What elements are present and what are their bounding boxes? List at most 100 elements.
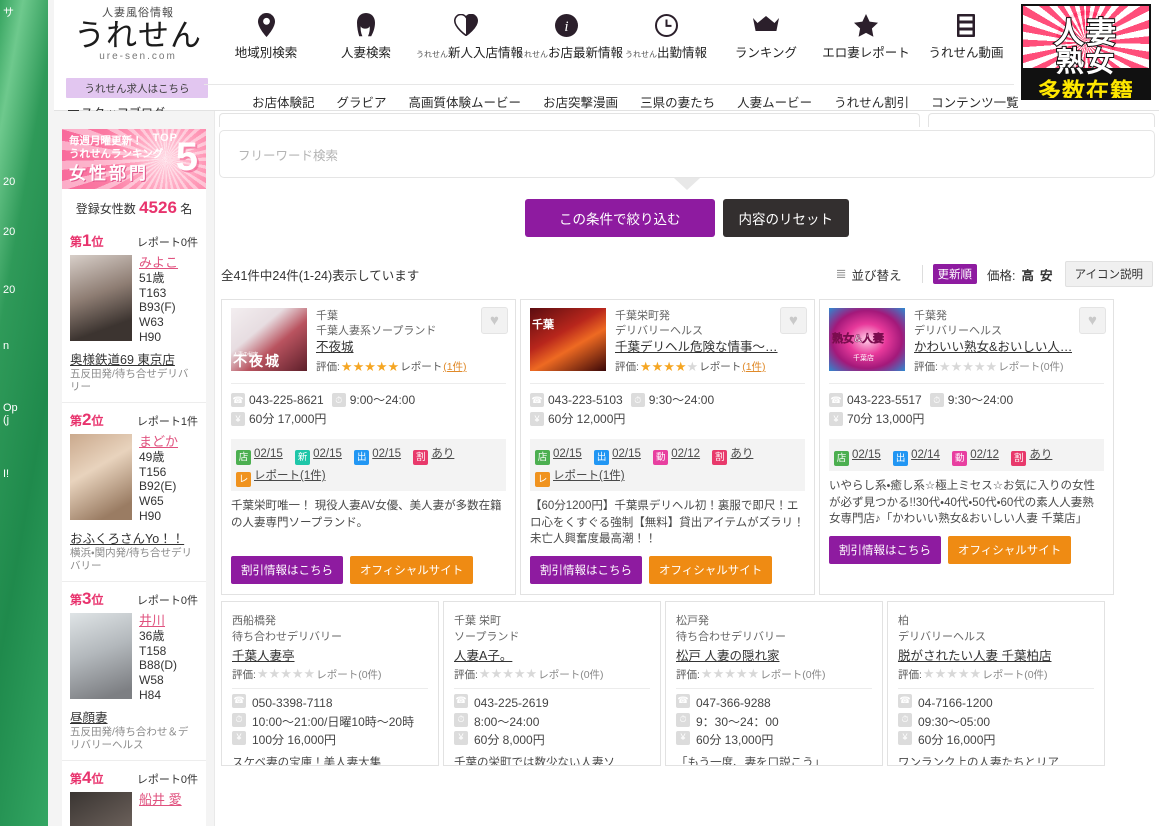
rank-shop-link[interactable]: 奥様鉄道69 東京店 xyxy=(70,349,198,368)
price-sort-high[interactable]: 高 xyxy=(1022,269,1035,283)
shop-area: 千葉 xyxy=(316,310,338,322)
badge-report-value[interactable]: レポート(1件) xyxy=(553,470,625,482)
site-logo[interactable]: 人妻風俗情報 うれせん ure-sen.com xyxy=(64,4,212,62)
discount-info-button[interactable]: 割引情報はこちら xyxy=(829,535,941,564)
browser-viewport: 人妻風俗情報 うれせん ure-sen.com うれせん求人はこちら Bスタッフ… xyxy=(54,0,1159,826)
nav-link-discount[interactable]: うれせん割引 xyxy=(834,92,909,111)
card-details: ☎ 043-223-5103 ⏱ 9:30〜24:00 ¥60分 12,000円 xyxy=(530,382,805,429)
list-item[interactable]: 第3位 レポート0件 井川 36歳 T158 B88(D) W58 H84 昼顔… xyxy=(62,582,206,761)
favorite-heart-icon[interactable]: ♥ xyxy=(1079,307,1106,334)
favorite-heart-icon[interactable]: ♥ xyxy=(481,307,508,334)
nav-item-attendance[interactable]: うれせん出勤情報 xyxy=(616,8,716,61)
rank-shop-link[interactable]: 昼顔妻 xyxy=(70,707,198,726)
shop-rating: 評価: ★★★★★ レポート(0件) xyxy=(676,666,872,682)
shop-name-link[interactable]: 不夜城 xyxy=(316,339,467,356)
filter-button[interactable]: この条件で絞り込む xyxy=(525,199,715,237)
rank-height: T163 xyxy=(139,285,167,300)
rank-report-count: レポート0件 xyxy=(136,773,198,786)
shop-name-link[interactable]: 人妻A子。 xyxy=(454,645,650,664)
yen-icon: ¥ xyxy=(898,731,912,746)
discount-info-button[interactable]: 割引情報はこちら xyxy=(530,556,642,584)
avatar[interactable] xyxy=(70,612,132,699)
official-site-button[interactable]: オフィシャルサイト xyxy=(649,556,773,584)
shop-thumbnail[interactable]: 千葉 xyxy=(530,308,606,371)
nav-link-contents[interactable]: コンテンツ一覧 xyxy=(931,92,1019,111)
rank-info: 井川 36歳 T158 B88(D) W58 H84 xyxy=(139,613,177,703)
rank-girl-name[interactable]: まどか xyxy=(139,434,178,449)
avatar[interactable] xyxy=(70,433,132,520)
nav-link-wife-movie[interactable]: 人妻ムービー xyxy=(737,92,812,111)
avatar[interactable] xyxy=(70,791,132,826)
report-link[interactable]: (1件) xyxy=(742,360,765,374)
sort-label[interactable]: 並び替え xyxy=(852,265,902,284)
nav-link-manga[interactable]: お店突撃漫画 xyxy=(543,92,618,111)
shop-thumbnail[interactable]: 熟女&人妻 千葉店 xyxy=(829,308,905,371)
clock-icon: ⏱ xyxy=(929,393,944,408)
promo-banner[interactable]: 人妻 熟女 多数在籍 xyxy=(1021,4,1151,100)
list-item[interactable]: 第2位 レポート1件 まどか 49歳 T156 B92(E) W65 H90 お… xyxy=(62,403,206,582)
discount-info-button[interactable]: 割引情報はこちら xyxy=(231,556,343,584)
badge-attend-date[interactable]: 02/15 xyxy=(372,448,401,460)
sort-option-updated[interactable]: 更新順 xyxy=(932,264,978,284)
shop-name-link[interactable]: 松戸 人妻の隠れ家 xyxy=(676,645,872,664)
nav-link-experience[interactable]: お店体験記 xyxy=(252,92,315,111)
nav-item-area-search[interactable]: 地域別検索 xyxy=(216,8,316,61)
shop-name-link[interactable]: 脱がされたい人妻 千葉柏店 xyxy=(898,645,1094,664)
shop-name-link[interactable]: 千葉人妻亭 xyxy=(232,645,428,664)
nav-item-shop-news[interactable]: i うれせんお店最新情報 xyxy=(516,8,623,61)
nav-item-ranking[interactable]: ランキング xyxy=(716,8,816,61)
badge-shop-date[interactable]: 02/15 xyxy=(553,448,582,460)
rank-girl-name[interactable]: 井川 xyxy=(139,613,165,628)
badge-new-date[interactable]: 02/15 xyxy=(313,448,342,460)
search-input[interactable]: フリーワード検索 xyxy=(219,130,1155,178)
badge-attend-date[interactable]: 02/14 xyxy=(911,449,940,461)
badge-discount-value[interactable]: あり xyxy=(730,448,753,460)
badge-report-value[interactable]: レポート(1件) xyxy=(254,470,326,482)
report-link[interactable]: (1件) xyxy=(443,360,466,374)
job-recruit-link[interactable]: うれせん求人はこちら xyxy=(66,78,208,98)
nav-item-newcomer-info[interactable]: うれせん新人入店情報 xyxy=(416,8,523,61)
star-rating-icon: ★★★★★ xyxy=(340,359,400,375)
price-item: ¥60分 12,000円 xyxy=(530,410,625,429)
shop-thumbnail[interactable]: 人妻の秘密 不夜城 xyxy=(231,308,307,371)
official-site-button[interactable]: オフィシャルサイト xyxy=(948,535,1072,564)
badge-movie-date[interactable]: 02/12 xyxy=(970,449,999,461)
heart-icon xyxy=(416,8,516,42)
search-box-right[interactable] xyxy=(928,113,1155,127)
nav-link-three-pref[interactable]: 三県の妻たち xyxy=(640,92,715,111)
shop-card-small[interactable]: 松戸発 待ち合わせデリバリー 松戸 人妻の隠れ家 評価: ★★★★★ レポート(… xyxy=(665,601,883,766)
badge-discount-value[interactable]: あり xyxy=(1029,449,1052,461)
list-item[interactable]: 第4位 レポート0件 船井 愛 xyxy=(62,761,206,826)
rank-girl-name[interactable]: みよこ xyxy=(139,255,178,270)
badge-shop-date[interactable]: 02/15 xyxy=(254,448,283,460)
shop-phone: 043-225-8621 xyxy=(249,392,324,407)
avatar[interactable] xyxy=(70,255,132,341)
shop-card[interactable]: ♥ 千葉 千葉栄町発 デリバリーヘルス 千葉デリヘル危険な情事〜… 評価: ★★… xyxy=(520,299,815,595)
nav-item-erotic-report[interactable]: エロ妻レポート xyxy=(816,8,916,61)
shop-name-link[interactable]: 千葉デリヘル危険な情事〜… xyxy=(615,339,778,356)
rank-hip: H90 xyxy=(139,329,162,344)
badge-discount-value[interactable]: あり xyxy=(431,448,454,460)
price-sort-low[interactable]: 安 xyxy=(1040,269,1053,283)
nav-link-hd-movie[interactable]: 高画質体験ムービー xyxy=(409,92,522,111)
favorite-heart-icon[interactable]: ♥ xyxy=(780,307,807,334)
badge-movie-date[interactable]: 02/12 xyxy=(671,448,700,460)
official-site-button[interactable]: オフィシャルサイト xyxy=(350,556,474,584)
shop-card-small[interactable]: 西船橋発 待ち合わせデリバリー 千葉人妻亭 評価: ★★★★★ レポート(0件)… xyxy=(221,601,439,766)
nav-link-gravure[interactable]: グラビア xyxy=(337,92,387,111)
rank-girl-name[interactable]: 船井 愛 xyxy=(139,792,182,807)
nav-item-video[interactable]: うれせん動画 xyxy=(916,8,1016,61)
nav-item-wife-search[interactable]: 人妻検索 xyxy=(316,8,416,61)
rank-shop-link[interactable]: おふくろさんYo！！ xyxy=(70,528,198,547)
reset-button[interactable]: 内容のリセット xyxy=(722,199,849,237)
icon-help-button[interactable]: アイコン説明 xyxy=(1064,261,1153,287)
badge-attend-date[interactable]: 02/15 xyxy=(612,448,641,460)
shop-name-link[interactable]: かわいい熟女&おいしい人… xyxy=(914,339,1072,356)
list-item[interactable]: 第1位 レポート0件 みよこ 51歳 T163 B93(F) W63 H90 奥… xyxy=(62,224,206,403)
shop-card[interactable]: ♥ 人妻の秘密 不夜城 千葉 千葉人妻系ソープランド 不夜城 評価: ★★★★★… xyxy=(221,299,516,595)
shop-card-small[interactable]: 柏 デリバリーヘルス 脱がされたい人妻 千葉柏店 評価: ★★★★★ レポート(… xyxy=(887,601,1105,766)
shop-card-small[interactable]: 千葉 栄町 ソープランド 人妻A子。 評価: ★★★★★ レポート(0件) ☎ 0… xyxy=(443,601,661,766)
badge-shop-date[interactable]: 02/15 xyxy=(852,449,881,461)
search-box-left[interactable] xyxy=(219,113,920,127)
shop-card[interactable]: ♥ 熟女&人妻 千葉店 千葉発 デリバリーヘルス かわいい熟女&おいしい人… 評… xyxy=(819,299,1114,595)
